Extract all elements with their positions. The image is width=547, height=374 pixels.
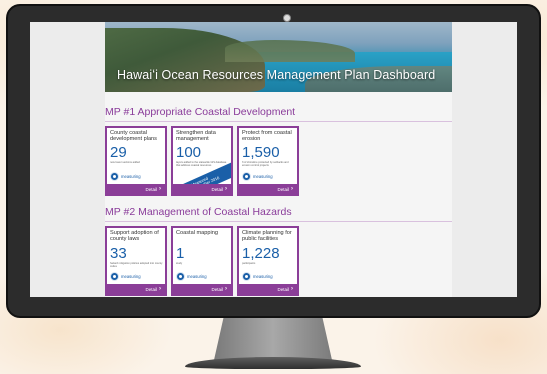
- measuring-status: measuring: [110, 172, 141, 181]
- tile-title: Protect from coastal erosion: [242, 130, 292, 143]
- detail-button[interactable]: Detail ›: [239, 184, 297, 194]
- measuring-icon: [110, 172, 119, 181]
- tile-title: Coastal mapping: [176, 230, 218, 236]
- status-label: measuring: [121, 274, 141, 279]
- status-label: measuring: [121, 174, 141, 179]
- tile-county-laws[interactable]: Support adoption of county laws 33 hazar…: [105, 226, 167, 296]
- detail-label: Detail: [277, 186, 289, 192]
- measuring-icon: [176, 272, 185, 281]
- tile-value: 100: [176, 144, 202, 161]
- dashboard-page: Hawaiʻi Ocean Resources Management Plan …: [105, 22, 452, 297]
- measuring-status: measuring: [242, 172, 273, 181]
- chevron-right-icon: ›: [159, 286, 161, 292]
- detail-button[interactable]: Detail ›: [173, 184, 231, 194]
- tile-description: ft of shoreline protected by setbacks an…: [242, 161, 289, 168]
- status-label: measuring: [253, 174, 273, 179]
- tile-description: study: [176, 262, 183, 265]
- status-label: measuring: [187, 274, 207, 279]
- hills-image: [225, 40, 355, 62]
- detail-button[interactable]: Detail ›: [107, 284, 165, 294]
- detail-button[interactable]: Detail ›: [107, 184, 165, 194]
- tile-county-coastal-plans[interactable]: County coastal development plans 29 new …: [105, 126, 167, 196]
- measuring-icon: [110, 272, 119, 281]
- tile-description: participants: [242, 262, 256, 265]
- measuring-status: measuring: [242, 272, 273, 281]
- header-banner: Hawaiʻi Ocean Resources Management Plan …: [105, 22, 452, 92]
- page-title: Hawaiʻi Ocean Resources Management Plan …: [117, 68, 436, 82]
- section-heading-mp2: MP #2 Management of Coastal Hazards: [105, 206, 452, 222]
- detail-label: Detail: [277, 286, 289, 292]
- tile-value: 1,228: [242, 245, 280, 262]
- tile-coastal-mapping[interactable]: Coastal mapping 1 study measuring Detail…: [171, 226, 233, 296]
- section-heading-mp1: MP #1 Appropriate Coastal Development: [105, 106, 452, 122]
- tile-title: Climate planning for public facilities: [242, 230, 292, 243]
- measuring-status: measuring: [110, 272, 141, 281]
- monitor-stand: [214, 318, 332, 360]
- chevron-right-icon: ›: [291, 286, 293, 292]
- tile-value: 29: [110, 144, 127, 161]
- detail-label: Detail: [145, 186, 157, 192]
- detail-button[interactable]: Detail ›: [173, 284, 231, 294]
- tile-value: 1,590: [242, 144, 280, 161]
- measuring-icon: [242, 172, 251, 181]
- tile-title: Support adoption of county laws: [110, 230, 159, 243]
- tile-coastal-erosion[interactable]: Protect from coastal erosion 1,590 ft of…: [237, 126, 299, 196]
- webcam-icon: [283, 14, 291, 22]
- detail-button[interactable]: Detail ›: [239, 284, 297, 294]
- status-label: measuring: [253, 274, 273, 279]
- tile-description: new lower sections added: [110, 161, 140, 164]
- chevron-right-icon: ›: [225, 186, 227, 192]
- tile-value: 33: [110, 245, 127, 262]
- chevron-right-icon: ›: [225, 286, 227, 292]
- tile-value: 1: [176, 245, 185, 262]
- tile-title: County coastal development plans: [110, 130, 157, 143]
- monitor-base: [185, 357, 361, 369]
- detail-label: Detail: [211, 186, 223, 192]
- chevron-right-icon: ›: [159, 186, 161, 192]
- tile-climate-planning[interactable]: Climate planning for public facilities 1…: [237, 226, 299, 296]
- detail-label: Detail: [145, 286, 157, 292]
- measuring-icon: [242, 272, 251, 281]
- measuring-status: measuring: [176, 272, 207, 281]
- detail-label: Detail: [211, 286, 223, 292]
- screen: Hawaiʻi Ocean Resources Management Plan …: [30, 22, 517, 297]
- tile-title: Strengthen data management: [176, 130, 216, 143]
- tile-strengthen-data[interactable]: Strengthen data management 100 layers ad…: [171, 126, 233, 196]
- chevron-right-icon: ›: [291, 186, 293, 192]
- tile-description: hazard mitigation policies adopted into …: [110, 262, 163, 269]
